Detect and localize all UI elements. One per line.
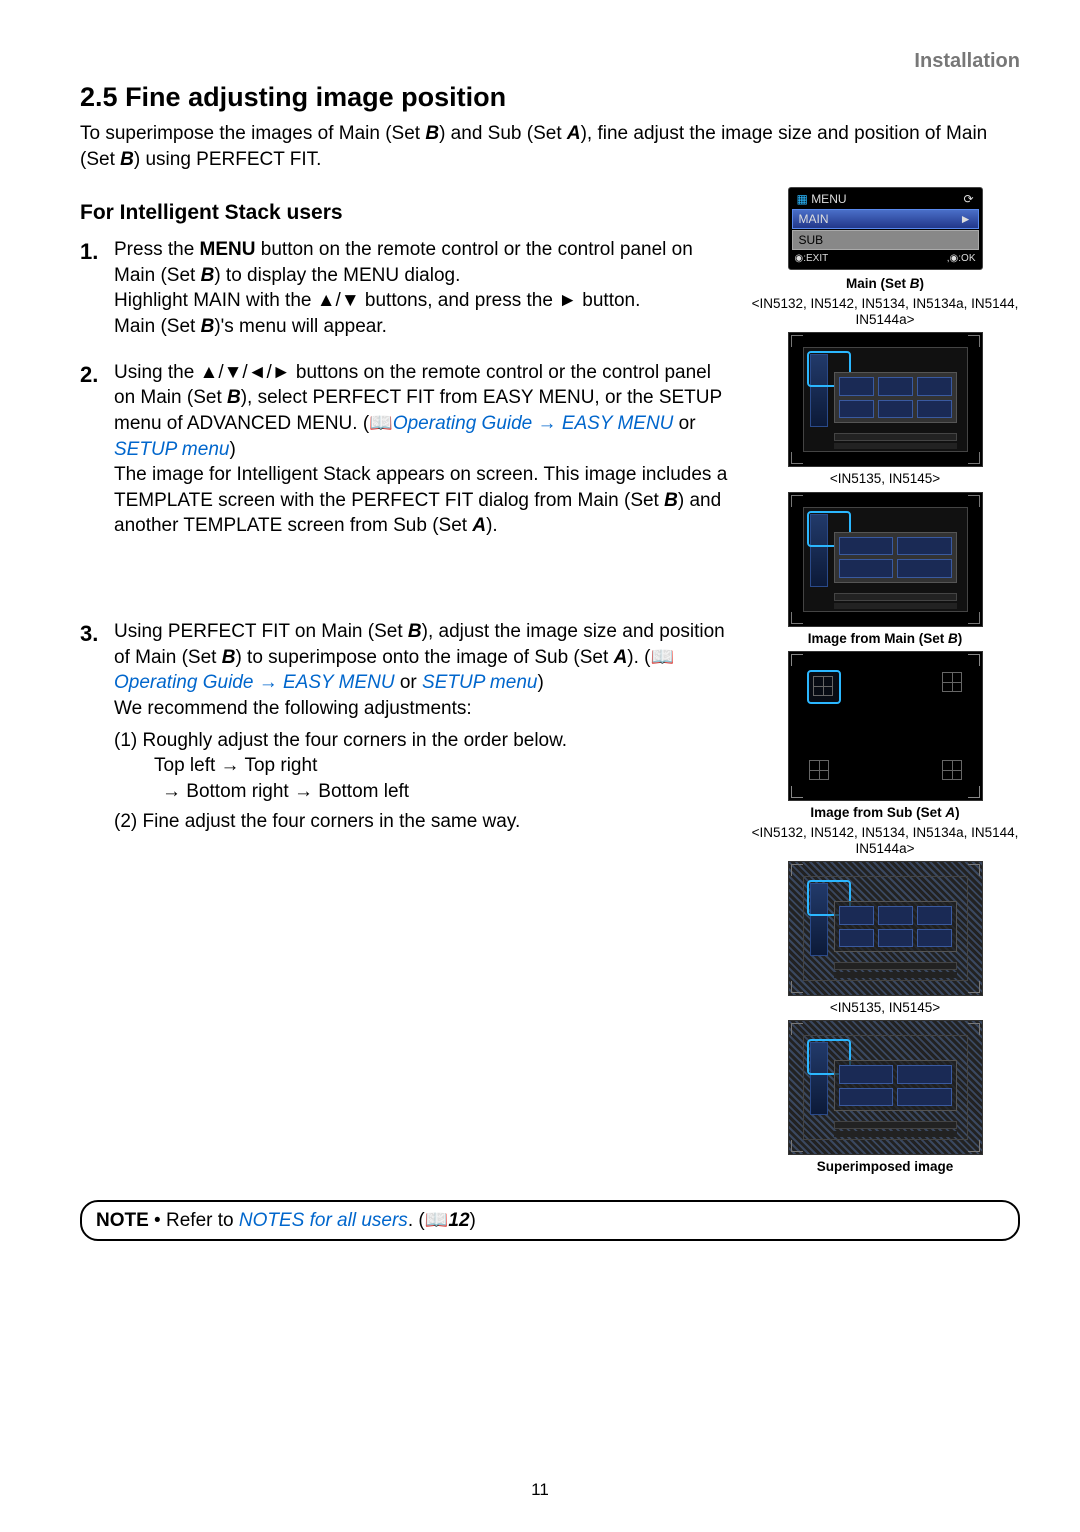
text: The image for Intelligent Stack appears …	[114, 464, 727, 511]
step-number: 1.	[80, 237, 98, 267]
text: )	[537, 672, 543, 693]
link-easy-menu[interactable]: EASY MENU	[562, 413, 674, 434]
text: We recommend the following adjustments:	[114, 698, 472, 719]
page-ref: 12	[448, 1210, 469, 1231]
set-b: B	[664, 490, 678, 511]
step-1: 1. Press the MENU button on the remote c…	[80, 237, 732, 340]
set-b: B	[425, 123, 439, 144]
menu-ok: ,◉:OK	[947, 252, 976, 266]
set-a: A	[567, 123, 581, 144]
text: or	[395, 672, 422, 693]
set-b: B	[201, 265, 215, 286]
text: ) and Sub (Set	[439, 123, 567, 144]
text: Press the	[114, 239, 200, 260]
set-b: B	[201, 316, 215, 337]
text: →	[253, 672, 283, 693]
book-icon: 📖	[425, 1210, 449, 1231]
step-2: 2. Using the ▲/▼/◄/► buttons on the remo…	[80, 360, 732, 539]
text: Highlight MAIN with the ▲/▼ buttons, and…	[114, 290, 640, 311]
menu-item-sub: SUB	[799, 232, 824, 248]
text: ) using PERFECT FIT.	[134, 149, 322, 170]
menu-dialog: ▦ MENU ⟳ MAIN ► SUB ◉:EXIT ,◉:OK	[788, 187, 983, 270]
menu-keyword: MENU	[200, 239, 256, 260]
header-category: Installation	[80, 48, 1020, 75]
section-number: 2.5	[80, 82, 118, 112]
text: )'s menu will appear.	[214, 316, 387, 337]
link-operating-guide[interactable]: Operating Guide	[114, 672, 253, 693]
caption-models-b: <IN5135, IN5145>	[750, 471, 1020, 487]
caption-models-a2: <IN5132, IN5142, IN5134, IN5134a, IN5144…	[750, 825, 1020, 857]
set-b: B	[408, 621, 422, 642]
link-setup-menu[interactable]: SETUP menu	[422, 672, 537, 693]
text: •	[149, 1210, 166, 1231]
set-a: A	[472, 515, 486, 536]
text: ).	[486, 515, 498, 536]
text: ) to display the MENU dialog.	[214, 265, 460, 286]
step-3: 3. Using PERFECT FIT on Main (Set B), ad…	[80, 619, 732, 834]
caption-models-a: <IN5132, IN5142, IN5134, IN5134a, IN5144…	[750, 296, 1020, 328]
menu-title: MENU	[811, 192, 846, 206]
set-b: B	[222, 647, 236, 668]
sub-step-2: (2) Fine adjust the four corners in the …	[114, 809, 732, 835]
text: . (	[408, 1210, 425, 1231]
caption-main-set-b: Main (Set B)	[750, 276, 1020, 292]
book-icon: 📖	[651, 647, 675, 668]
figure-superimposed-3x2	[788, 861, 983, 996]
corner-order-1: Top left → Top right	[114, 753, 732, 779]
figure-image-main	[788, 651, 983, 801]
caption-superimposed: Superimposed image	[750, 1159, 1020, 1175]
figure-perfect-fit-3x2	[788, 332, 983, 467]
caption-models-b2: <IN5135, IN5145>	[750, 1000, 1020, 1016]
step-number: 3.	[80, 619, 98, 649]
intro-paragraph: To superimpose the images of Main (Set B…	[80, 121, 1020, 172]
book-icon: 📖	[369, 413, 393, 434]
set-a: A	[614, 647, 628, 668]
link-operating-guide[interactable]: Operating Guide	[393, 413, 532, 434]
text: ). (	[627, 647, 650, 668]
caption-image-main: Image from Main (Set B)	[750, 631, 1020, 647]
text: Refer to	[166, 1210, 239, 1231]
subheading: For Intelligent Stack users	[80, 199, 732, 227]
note-box: NOTE • Refer to NOTES for all users. (📖1…	[80, 1200, 1020, 1242]
link-setup-menu[interactable]: SETUP menu	[114, 439, 229, 460]
text: Main (Set	[114, 316, 201, 337]
page-number: 11	[0, 1479, 1080, 1502]
set-b: B	[227, 387, 241, 408]
link-easy-menu[interactable]: EASY MENU	[283, 672, 395, 693]
sub-step-1: (1) Roughly adjust the four corners in t…	[114, 728, 732, 754]
step-number: 2.	[80, 360, 98, 390]
text: Using PERFECT FIT on Main (Set	[114, 621, 408, 642]
refresh-icon: ⟳	[963, 191, 973, 207]
text: To superimpose the images of Main (Set	[80, 123, 425, 144]
text: →	[532, 413, 562, 434]
figure-superimposed-2x2	[788, 1020, 983, 1155]
section-heading: 2.5 Fine adjusting image position	[80, 79, 1020, 115]
caption-image-sub: Image from Sub (Set A)	[750, 805, 1020, 821]
menu-item-main: MAIN	[799, 211, 829, 227]
text: )	[470, 1210, 476, 1231]
arrow-right-icon: ►	[960, 211, 972, 227]
corner-order-2: → Bottom right → Bottom left	[114, 779, 732, 805]
link-notes-all-users[interactable]: NOTES for all users	[239, 1210, 408, 1231]
set-b: B	[120, 149, 134, 170]
note-label: NOTE	[96, 1210, 149, 1231]
figure-perfect-fit-2x2	[788, 492, 983, 627]
text: )	[229, 439, 235, 460]
left-column: For Intelligent Stack users 1. Press the…	[80, 187, 732, 1180]
text: ) to superimpose onto the image of Sub (…	[235, 647, 613, 668]
text: or	[673, 413, 695, 434]
right-column: ▦ MENU ⟳ MAIN ► SUB ◉:EXIT ,◉:OK Main (S…	[750, 187, 1020, 1180]
section-title: Fine adjusting image position	[125, 82, 506, 112]
menu-exit: ◉:EXIT	[795, 252, 829, 266]
